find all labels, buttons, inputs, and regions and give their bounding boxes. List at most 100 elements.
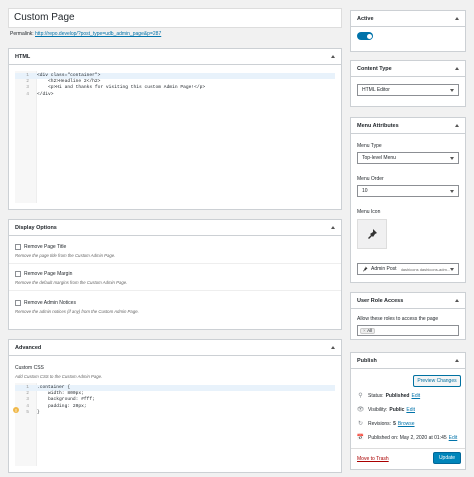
option-label: Remove Page Margin xyxy=(24,271,73,277)
option-remove-page-title[interactable]: Remove Page Title Remove the page title … xyxy=(15,244,115,258)
code-line[interactable]: 5} xyxy=(15,410,335,416)
chevron-down-icon xyxy=(450,89,454,92)
advanced-box: Advanced Custom CSS Add Custom CSS to th… xyxy=(8,339,342,473)
code-text: </div> xyxy=(37,91,54,97)
status-label: Status: xyxy=(368,392,384,399)
display-options-box: Display Options Remove Page Title Remove… xyxy=(8,219,342,330)
active-title: Active xyxy=(357,15,374,22)
content-type-title: Content Type xyxy=(357,65,392,72)
divider xyxy=(9,290,341,291)
visibility-row: 👁 Visibility: Public Edit xyxy=(356,406,415,414)
html-box-title: HTML xyxy=(15,53,31,60)
divider xyxy=(351,448,465,449)
eye-icon: 👁 xyxy=(356,407,365,413)
menu-type-select[interactable]: Top-level Menu xyxy=(357,152,459,164)
option-desc: Remove the admin notices (if any) from t… xyxy=(15,309,139,315)
publish-box: Publish Preview Changes ⚲ Status: Publis… xyxy=(350,352,466,470)
content-type-header[interactable]: Content Type xyxy=(351,61,465,77)
html-box-header[interactable]: HTML xyxy=(9,49,341,65)
menu-type-value: Top-level Menu xyxy=(362,155,396,161)
option-label: Remove Page Title xyxy=(24,244,67,250)
collapse-icon[interactable] xyxy=(455,124,459,127)
menu-attributes-box: Menu Attributes Menu Type Top-level Menu… xyxy=(350,117,466,283)
calendar-icon: 📅 xyxy=(356,435,365,441)
menu-order-value: 10 xyxy=(362,188,368,194)
collapse-icon[interactable] xyxy=(331,226,335,229)
preview-changes-button[interactable]: Preview Changes xyxy=(413,375,461,387)
menu-icon-select[interactable]: Admin Post dashicons dashicons-adm... xyxy=(357,263,459,275)
user-role-box: User Role Access Allow these roles to ac… xyxy=(350,292,466,340)
role-tag-label: All xyxy=(367,328,373,333)
pushpin-icon xyxy=(363,266,368,272)
visibility-label: Visibility: xyxy=(368,406,388,413)
published-on-row: 📅 Published on: May 2, 2020 at 01:45 Edi… xyxy=(356,434,458,442)
visibility-edit-link[interactable]: Edit xyxy=(406,407,415,413)
collapse-icon[interactable] xyxy=(455,359,459,362)
remove-tag-icon[interactable]: × xyxy=(363,327,366,334)
warning-icon[interactable]: ! xyxy=(13,407,19,413)
chevron-down-icon xyxy=(450,157,454,160)
display-options-header[interactable]: Display Options xyxy=(9,220,341,236)
advanced-header[interactable]: Advanced xyxy=(9,340,341,356)
published-on-edit-link[interactable]: Edit xyxy=(449,435,458,441)
user-role-header[interactable]: User Role Access xyxy=(351,293,465,309)
option-remove-page-margin[interactable]: Remove Page Margin Remove the default ma… xyxy=(15,271,127,285)
permalink: Permalink: http://repo.develop/?post_typ… xyxy=(10,31,161,37)
content-type-select[interactable]: HTML Editor xyxy=(357,84,459,96)
menu-icon-value: Admin Post xyxy=(371,265,397,272)
title-input[interactable]: Custom Page xyxy=(8,8,342,28)
html-code-editor[interactable]: 1 <div class="container"> 2 <h2>Headline 2… xyxy=(15,71,335,203)
revisions-row: ↻ Revisions: 5 Browse xyxy=(357,420,415,428)
option-label: Remove Admin Notices xyxy=(24,300,76,306)
role-tag: × All xyxy=(360,327,376,334)
active-toggle[interactable] xyxy=(357,32,373,40)
active-header[interactable]: Active xyxy=(351,11,465,27)
status-row: ⚲ Status: Published Edit xyxy=(357,392,420,400)
remove-admin-notices-checkbox[interactable] xyxy=(15,300,21,306)
collapse-icon[interactable] xyxy=(455,299,459,302)
collapse-icon[interactable] xyxy=(455,67,459,70)
option-remove-admin-notices[interactable]: Remove Admin Notices Remove the admin no… xyxy=(15,300,139,314)
update-button[interactable]: Update xyxy=(433,452,461,464)
user-role-label: Allow these roles to access the page xyxy=(357,316,439,322)
collapse-icon[interactable] xyxy=(331,55,335,58)
content-type-value: HTML Editor xyxy=(362,87,390,93)
collapse-icon[interactable] xyxy=(331,346,335,349)
option-desc: Remove the page title from the Custom Ad… xyxy=(15,253,116,259)
pin-icon: ⚲ xyxy=(358,393,363,399)
html-box: HTML 1 <div class="container"> 2 <h2>Headl… xyxy=(8,48,342,210)
publish-title: Publish xyxy=(357,357,377,364)
remove-page-title-checkbox[interactable] xyxy=(15,244,21,250)
collapse-icon[interactable] xyxy=(455,17,459,20)
content-type-box: Content Type HTML Editor xyxy=(350,60,466,107)
menu-attributes-title: Menu Attributes xyxy=(357,122,399,129)
code-text: padding: 20px; xyxy=(37,403,87,409)
menu-order-label: Menu Order xyxy=(357,176,384,182)
user-role-input[interactable]: × All xyxy=(357,325,459,336)
remove-page-margin-checkbox[interactable] xyxy=(15,271,21,277)
active-box: Active xyxy=(350,10,466,52)
menu-order-input[interactable]: 10 xyxy=(357,185,459,197)
divider xyxy=(9,263,341,264)
status-edit-link[interactable]: Edit xyxy=(411,393,420,399)
code-text: <p>Hi and thanks for visiting this custo… xyxy=(37,85,206,91)
menu-icon-label: Menu Icon xyxy=(357,209,381,215)
menu-attributes-header[interactable]: Menu Attributes xyxy=(351,118,465,134)
code-line[interactable]: 4 </div> xyxy=(15,92,335,98)
status-value: Published xyxy=(385,392,410,399)
pushpin-icon xyxy=(368,229,377,239)
custom-css-label: Custom CSS xyxy=(15,365,44,371)
browse-revisions-link[interactable]: Browse xyxy=(398,421,415,427)
menu-icon-preview xyxy=(357,219,387,249)
revisions-icon: ↻ xyxy=(357,421,364,427)
permalink-label: Permalink: xyxy=(10,31,34,37)
permalink-link[interactable]: http://repo.develop/?post_type=udb_admin… xyxy=(35,31,161,37)
chevron-down-icon xyxy=(450,268,454,271)
revisions-count: 5 xyxy=(393,420,396,427)
code-text: } xyxy=(37,409,40,415)
move-to-trash-link[interactable]: Move to Trash xyxy=(357,456,389,462)
toggle-knob xyxy=(366,33,372,39)
menu-type-label: Menu Type xyxy=(357,143,382,149)
css-code-editor[interactable]: 1 .container {2 width: 800px; 3 background… xyxy=(15,383,335,466)
publish-header[interactable]: Publish xyxy=(351,353,465,369)
